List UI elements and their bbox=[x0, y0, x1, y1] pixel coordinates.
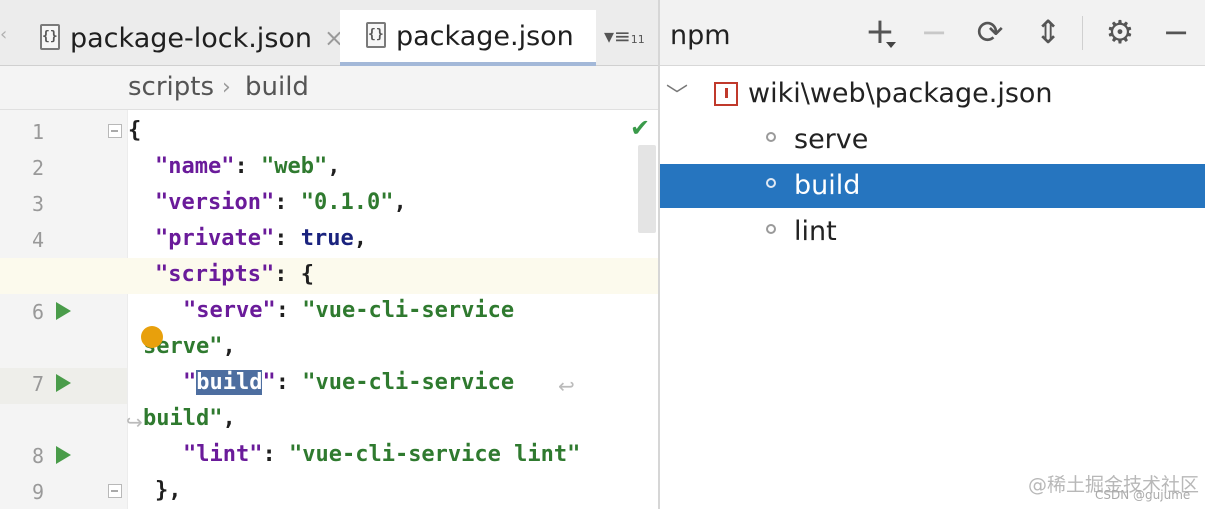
tree-item-script-serve[interactable]: serve bbox=[660, 118, 1205, 162]
intention-bulb-icon[interactable] bbox=[141, 326, 163, 348]
line-number: 4 bbox=[31, 228, 44, 252]
editor-scrollbar[interactable] bbox=[638, 145, 656, 233]
line-number: 8 bbox=[31, 444, 44, 468]
script-icon bbox=[766, 178, 776, 188]
editor-tab-bar: ‹ {} package-lock.json × {} package.json… bbox=[0, 0, 658, 66]
tab-label: package-lock.json bbox=[70, 22, 313, 54]
code-line-2: "name": "web", bbox=[155, 154, 341, 179]
code-line-9: }, bbox=[155, 478, 182, 503]
json-file-icon: {} bbox=[38, 23, 64, 53]
code-line-4: "private": true, bbox=[155, 226, 367, 251]
line-number: 9 bbox=[31, 480, 44, 504]
code-line-7-wrap: build", bbox=[143, 406, 236, 431]
breadcrumb-separator: › bbox=[222, 75, 231, 100]
selected-text: build bbox=[196, 370, 263, 395]
tree-item-script-lint[interactable]: lint bbox=[660, 210, 1205, 254]
tree-item-label: serve bbox=[794, 124, 869, 155]
code-line-5: "scripts": { bbox=[155, 262, 314, 287]
panel-title: npm bbox=[670, 20, 731, 51]
json-file-icon: {} bbox=[364, 21, 390, 51]
line-number: 6 bbox=[31, 300, 44, 324]
line-number: 3 bbox=[31, 192, 44, 216]
code-editor[interactable]: { "name": "web", "version": "0.1.0", "pr… bbox=[128, 110, 658, 509]
tab-label: package.json bbox=[396, 20, 574, 52]
tab-scroll-left-icon[interactable]: ‹ bbox=[0, 24, 7, 45]
code-line-8: "lint": "vue-cli-service lint" bbox=[183, 442, 581, 467]
breadcrumb: scripts › build bbox=[0, 66, 658, 110]
code-line-3: "version": "0.1.0", bbox=[155, 190, 407, 215]
hide-panel-icon[interactable]: − bbox=[1158, 14, 1194, 50]
run-script-serve-icon[interactable] bbox=[56, 302, 71, 320]
line-number: 2 bbox=[31, 156, 44, 180]
code-line-6: "serve": "vue-cli-service bbox=[183, 298, 515, 323]
breadcrumb-item-build[interactable]: build bbox=[245, 72, 309, 102]
collapse-all-icon[interactable]: ⇕ bbox=[1030, 14, 1066, 50]
tree-item-script-build[interactable]: build bbox=[660, 164, 1205, 208]
editor-pane: ‹ {} package-lock.json × {} package.json… bbox=[0, 0, 658, 509]
npm-package-icon bbox=[714, 82, 738, 106]
script-icon bbox=[766, 132, 776, 142]
script-icon bbox=[766, 224, 776, 234]
run-script-lint-icon[interactable] bbox=[56, 446, 71, 464]
toolbar-separator bbox=[1082, 16, 1083, 50]
tree-item-label: build bbox=[794, 170, 861, 201]
tree-item-package-json[interactable]: ﹀ wiki\web\package.json bbox=[660, 72, 1205, 116]
run-script-build-icon[interactable] bbox=[56, 374, 71, 392]
editor-gutter: 1 2 3 4 5 6 7 8 9 bbox=[0, 110, 128, 509]
tab-list-menu-icon[interactable]: ▾≡11 bbox=[604, 24, 645, 48]
tree-item-label: lint bbox=[794, 216, 837, 247]
code-line-1: { bbox=[128, 118, 142, 143]
tab-package-lock-json[interactable]: {} package-lock.json × bbox=[38, 10, 344, 66]
soft-wrap-icon: ↪ bbox=[126, 410, 143, 434]
tab-package-json[interactable]: {} package.json bbox=[340, 10, 596, 66]
code-line-7: "build": "vue-cli-service bbox=[183, 370, 515, 395]
no-problems-check-icon[interactable]: ✔ bbox=[630, 114, 650, 142]
refresh-icon[interactable]: ⟳ bbox=[972, 14, 1008, 50]
fold-toggle-icon[interactable] bbox=[108, 124, 122, 138]
soft-wrap-icon: ↩ bbox=[558, 374, 575, 398]
npm-tool-window: npm + − ⟳ ⇕ ⚙ − ﹀ wiki\web\package.json … bbox=[660, 0, 1205, 509]
watermark-sub: CSDN @gujume bbox=[1095, 488, 1191, 502]
gear-icon[interactable]: ⚙ bbox=[1102, 14, 1138, 50]
breadcrumb-item-scripts[interactable]: scripts bbox=[128, 72, 214, 102]
line-number: 7 bbox=[31, 372, 44, 396]
fold-toggle-icon[interactable] bbox=[108, 484, 122, 498]
line-number: 1 bbox=[31, 120, 44, 144]
remove-icon[interactable]: − bbox=[916, 14, 952, 50]
npm-toolbar: npm + − ⟳ ⇕ ⚙ − bbox=[660, 0, 1205, 66]
tree-item-label: wiki\web\package.json bbox=[748, 78, 1053, 109]
add-icon[interactable]: + bbox=[862, 14, 898, 50]
chevron-down-icon[interactable]: ﹀ bbox=[666, 78, 688, 110]
